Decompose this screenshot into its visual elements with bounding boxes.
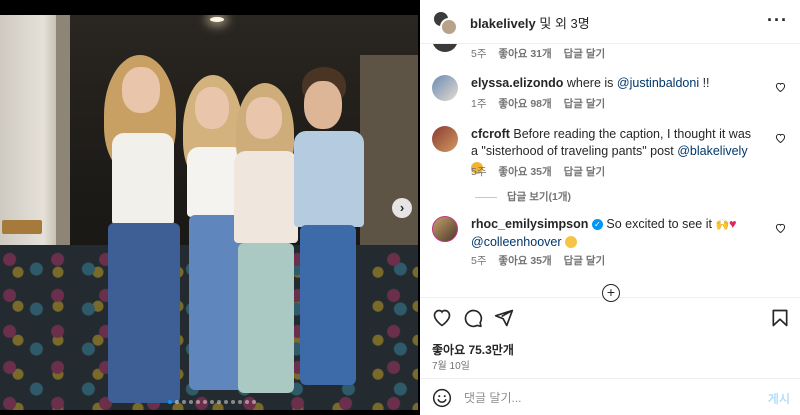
reply-button[interactable]: 답글 달기 bbox=[564, 255, 606, 267]
like-comment-heart-icon[interactable] bbox=[775, 82, 786, 95]
carousel-dot bbox=[224, 400, 228, 404]
load-more-comments-plus-icon[interactable]: + bbox=[602, 284, 620, 302]
more-horizontal-icon[interactable]: ··· bbox=[767, 10, 788, 31]
comment-body: where is bbox=[563, 76, 617, 90]
smiling-emoji-icon bbox=[565, 236, 578, 248]
praying-hands-emoji-icon: 🙌 bbox=[715, 219, 730, 231]
carousel-next-button[interactable]: › bbox=[392, 198, 412, 218]
reply-button[interactable]: 답글 달기 bbox=[564, 98, 606, 110]
comment-body: !! bbox=[699, 76, 710, 90]
comment-time[interactable]: 5주 bbox=[471, 255, 487, 267]
add-comment-bar: 게시 bbox=[420, 378, 800, 415]
emoji-picker-icon[interactable] bbox=[432, 388, 452, 408]
post-author[interactable]: blakelively 및 외 3명 bbox=[470, 13, 590, 32]
like-comment-heart-icon[interactable] bbox=[775, 133, 786, 146]
red-heart-emoji-icon: ♥ bbox=[729, 217, 737, 231]
carousel-dot bbox=[217, 400, 221, 404]
carousel-dot bbox=[238, 400, 242, 404]
comment-username[interactable]: cfcroft bbox=[471, 127, 510, 141]
author-username[interactable]: blakelively bbox=[470, 16, 536, 31]
avatar[interactable] bbox=[432, 216, 458, 242]
replies-divider bbox=[475, 196, 497, 198]
comment-input[interactable] bbox=[464, 388, 744, 408]
carousel-dot bbox=[210, 400, 214, 404]
photo-person bbox=[290, 67, 370, 397]
carousel-dot bbox=[231, 400, 235, 404]
post-actions: 좋아요 75.3만개 7월 10일 게시 bbox=[420, 297, 800, 415]
collab-suffix[interactable]: 및 외 3명 bbox=[536, 16, 589, 31]
comment-mention[interactable]: @colleenhoover bbox=[471, 235, 562, 249]
comment-body: So excited to see it bbox=[602, 217, 716, 231]
post-date[interactable]: 7월 10일 bbox=[432, 357, 470, 372]
comment-username[interactable]: elyssa.elizondo bbox=[471, 76, 563, 90]
carousel-dot bbox=[168, 400, 172, 404]
comment-likes[interactable]: 좋아요 98개 bbox=[498, 98, 551, 110]
carousel-dot bbox=[203, 400, 207, 404]
post-header: blakelively 및 외 3명 ··· bbox=[420, 0, 800, 44]
verified-badge-icon: ✓ bbox=[591, 219, 603, 230]
avatar bbox=[440, 18, 458, 36]
comment-text: elyssa.elizondo where is @justinbaldoni … bbox=[471, 75, 761, 92]
post-photo bbox=[0, 15, 418, 410]
post-detail-panel: blakelively 및 외 3명 ··· 5주 좋아요 31개 답글 달기 … bbox=[420, 0, 800, 415]
comment-likes[interactable]: 좋아요 35개 bbox=[498, 166, 551, 178]
comment-mention[interactable]: @blakelively bbox=[677, 144, 747, 158]
carousel-indicator bbox=[168, 400, 256, 406]
comment-meta: 5주 좋아요 35개 답글 달기 bbox=[471, 253, 614, 268]
photo-ceiling-light bbox=[210, 17, 224, 22]
carousel-dot bbox=[252, 400, 256, 404]
avatar[interactable] bbox=[432, 126, 458, 152]
view-replies-label[interactable]: 답글 보기(1개) bbox=[507, 191, 571, 203]
comment-likes[interactable]: 좋아요 31개 bbox=[498, 48, 551, 60]
carousel-dot bbox=[245, 400, 249, 404]
comment-meta: 5주 좋아요 35개 답글 달기 bbox=[471, 164, 614, 179]
carousel-dot bbox=[196, 400, 200, 404]
post-comment-button[interactable]: 게시 bbox=[768, 390, 790, 407]
view-replies-button[interactable]: 답글 보기(1개) bbox=[475, 189, 571, 204]
comment-time[interactable]: 5주 bbox=[471, 166, 487, 178]
like-heart-icon[interactable] bbox=[432, 308, 452, 328]
carousel-dot bbox=[182, 400, 186, 404]
comment-item: elyssa.elizondo where is @justinbaldoni … bbox=[432, 75, 792, 115]
comment-item: rhoc_emilysimpson ✓ So excited to see it… bbox=[432, 216, 792, 268]
save-bookmark-icon[interactable] bbox=[770, 308, 790, 328]
collab-avatars[interactable] bbox=[432, 10, 458, 36]
comment-item: 5주 좋아요 31개 답글 달기 bbox=[432, 44, 792, 60]
chevron-right-icon: › bbox=[399, 200, 405, 215]
avatar[interactable] bbox=[432, 44, 458, 52]
comment-mention[interactable]: @justinbaldoni bbox=[617, 76, 699, 90]
reply-button[interactable]: 답글 달기 bbox=[564, 48, 606, 60]
comment-username[interactable]: rhoc_emilysimpson bbox=[471, 217, 588, 231]
comment-meta: 1주 좋아요 98개 답글 달기 bbox=[471, 96, 614, 111]
post-media: › bbox=[0, 0, 420, 415]
post-like-count[interactable]: 좋아요 75.3만개 bbox=[432, 341, 514, 358]
photo-door-hinge bbox=[2, 220, 42, 234]
comment-likes[interactable]: 좋아요 35개 bbox=[498, 255, 551, 267]
carousel-dot bbox=[189, 400, 193, 404]
comment-meta: 5주 좋아요 31개 답글 달기 bbox=[471, 46, 614, 61]
avatar[interactable] bbox=[432, 75, 458, 101]
carousel-dot bbox=[175, 400, 179, 404]
comment-text: rhoc_emilysimpson ✓ So excited to see it… bbox=[471, 216, 761, 251]
comment-time[interactable]: 5주 bbox=[471, 48, 487, 60]
like-comment-heart-icon[interactable] bbox=[775, 223, 786, 236]
comment-time[interactable]: 1주 bbox=[471, 98, 487, 110]
comment-list: 5주 좋아요 31개 답글 달기 elyssa.elizondo where i… bbox=[420, 44, 800, 296]
comment-item: cfcroft Before reading the caption, I th… bbox=[432, 126, 792, 188]
share-send-icon[interactable] bbox=[494, 308, 514, 328]
reply-button[interactable]: 답글 달기 bbox=[564, 166, 606, 178]
comment-bubble-icon[interactable] bbox=[463, 308, 483, 328]
